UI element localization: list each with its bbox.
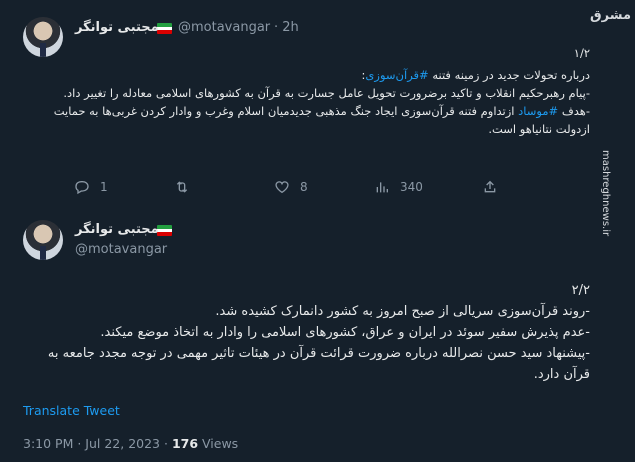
like-button[interactable]: 8: [274, 179, 308, 195]
iran-flag-icon: [157, 23, 172, 34]
tweet-text: ۲/۲ -روند قرآن‌سوزی سریالی از صبح امروز …: [20, 280, 590, 385]
author-handle[interactable]: @motavangar: [178, 20, 270, 35]
tweet-index: ۱/۲: [573, 46, 590, 60]
share-icon: [484, 180, 496, 193]
views-count: 340: [400, 180, 423, 194]
tweet-metadata: 3:10 PM · Jul 22, 2023 · 176 Views: [23, 436, 238, 451]
avatar[interactable]: [23, 220, 63, 260]
hashtag-link[interactable]: #موساد: [518, 104, 558, 118]
reply-count: 1: [100, 180, 108, 194]
tweet-line: -روند قرآن‌سوزی سریالی از صبح امروز به ک…: [215, 304, 590, 319]
like-icon: [275, 181, 289, 194]
retweet-button[interactable]: [174, 179, 190, 195]
tweet-text: درباره تحولات جدید در زمینه فتنه #قرآن‌س…: [50, 66, 590, 138]
author-name[interactable]: مجتبی توانگر: [75, 20, 159, 35]
tweet-index: ۲/۲: [571, 283, 590, 298]
tweet-line: -پیشنهاد سید حسن نصرالله درباره ضرورت قر…: [47, 346, 590, 382]
author-handle[interactable]: @motavangar: [75, 242, 167, 257]
hashtag-link[interactable]: #قرآن‌سوزی: [365, 68, 428, 82]
watermark-site: mashreghnews.ir: [600, 150, 611, 237]
views-count: 176: [171, 436, 199, 451]
like-count: 8: [300, 180, 308, 194]
tweet-line: -پیام رهبرحکیم انقلاب و تاکید برضرورت تح…: [63, 86, 590, 100]
share-button[interactable]: [482, 179, 498, 195]
tweet-line: درباره تحولات جدید در زمینه فتنه #قرآن‌س…: [361, 68, 590, 82]
watermark-logo: مشرق: [590, 8, 631, 23]
tweet-line: -عدم پذیرش سفیر سوئد در ایران و عراق، کش…: [100, 325, 590, 340]
views-button[interactable]: 340: [374, 179, 423, 195]
author-name[interactable]: مجتبی توانگر: [75, 222, 159, 237]
timestamp[interactable]: 3:10 PM · Jul 22, 2023 ·: [23, 436, 172, 451]
reply-button[interactable]: 1: [74, 179, 108, 195]
iran-flag-icon: [157, 225, 172, 236]
views-label: Views: [198, 436, 239, 451]
tweet-actions: 1 8 340: [74, 179, 504, 195]
retweet-icon: [176, 181, 188, 193]
reply-icon: [75, 181, 89, 195]
tweet-line: -هدف #موساد ازتداوم فتنه قرآن‌سوزی ایجاد…: [53, 104, 590, 136]
translate-tweet-link[interactable]: Translate Tweet: [23, 403, 120, 418]
watermark: مشرق mashreghnews.ir: [590, 0, 633, 462]
tweet-time[interactable]: · 2h: [274, 20, 299, 35]
views-icon: [376, 182, 388, 193]
